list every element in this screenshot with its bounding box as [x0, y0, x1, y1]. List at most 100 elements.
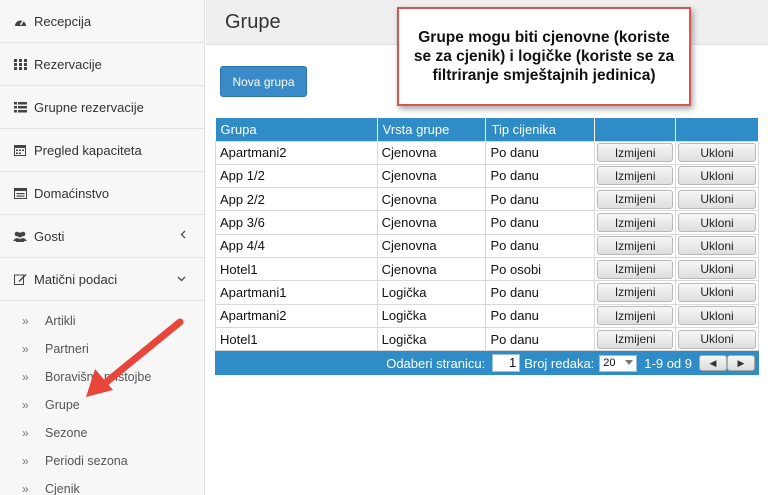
rows-per-page-select[interactable]: 20 [599, 354, 638, 372]
remove-button[interactable]: Ukloni [678, 236, 756, 256]
action-cell: Ukloni [675, 326, 759, 352]
remove-button[interactable]: Ukloni [678, 166, 756, 186]
edit-button[interactable]: Izmijeni [597, 306, 674, 326]
sidebar-item-recepcija[interactable]: Recepcija [0, 0, 204, 43]
cell-grupa: App 1/2 [215, 163, 378, 189]
edit-button[interactable]: Izmijeni [597, 166, 674, 186]
sidebar-item-pregled-kapaciteta[interactable]: Pregled kapaciteta [0, 129, 204, 172]
action-cell: Izmijeni [594, 233, 677, 258]
column-header-edit [594, 118, 677, 141]
sidebar-subitem-grupe[interactable]: » Grupe [0, 391, 204, 419]
action-cell: Izmijeni [594, 280, 677, 305]
edit-button[interactable]: Izmijeni [597, 329, 674, 349]
cell-tip-cijenika: Po osobi [485, 256, 596, 282]
remove-button[interactable]: Ukloni [678, 329, 756, 349]
table-row[interactable]: Apartmani1 Logička Po danu Izmijeni Ukloni [215, 280, 759, 305]
rows-per-page-label: Broj redaka: [524, 355, 595, 371]
table-row[interactable]: App 2/2 Cjenovna Po danu Izmijeni Ukloni [215, 187, 759, 212]
cell-grupa: App 2/2 [215, 187, 378, 212]
sidebar-subitem-partneri[interactable]: » Partneri [0, 335, 204, 363]
page-select-label: Odaberi stranicu: [386, 355, 486, 371]
cell-vrsta-grupe: Cjenovna [376, 187, 487, 212]
cell-tip-cijenika: Po danu [485, 303, 596, 328]
edit-button[interactable]: Izmijeni [597, 213, 674, 233]
grid-icon [13, 57, 27, 71]
action-cell: Ukloni [675, 233, 759, 258]
pager-nav: ◀ ▶ [699, 355, 755, 372]
action-cell: Ukloni [675, 187, 759, 212]
double-chevron-icon: » [22, 398, 29, 412]
sidebar-item-maticni-podaci[interactable]: Matični podaci [0, 258, 204, 301]
table-row[interactable]: App 1/2 Cjenovna Po danu Izmijeni Ukloni [215, 163, 759, 189]
triangle-right-icon: ▶ [737, 357, 745, 368]
edit-button[interactable]: Izmijeni [597, 259, 674, 279]
sidebar-item-label: Pregled kapaciteta [34, 142, 142, 158]
groups-table: Grupa Vrsta grupe Tip cijenika Apartmani… [215, 118, 759, 376]
table-row[interactable]: Apartmani2 Logička Po danu Izmijeni Ukloni [215, 303, 759, 328]
remove-button[interactable]: Ukloni [678, 213, 756, 233]
edit-button[interactable]: Izmijeni [597, 236, 674, 256]
sidebar-item-grupne-rezervacije[interactable]: Grupne rezervacije [0, 86, 204, 129]
edit-button[interactable]: Izmijeni [597, 282, 674, 302]
cell-tip-cijenika: Po danu [485, 233, 596, 258]
sidebar-subitem-cjenik[interactable]: » Cjenik [0, 475, 204, 495]
cell-vrsta-grupe: Cjenovna [376, 163, 487, 189]
sidebar-subitem-sezone[interactable]: » Sezone [0, 419, 204, 447]
sidebar-item-label: Rezervacije [34, 56, 102, 72]
table-row[interactable]: App 3/6 Cjenovna Po danu Izmijeni Ukloni [215, 210, 759, 235]
cell-tip-cijenika: Po danu [485, 140, 596, 165]
sidebar-subitem-periodi-sezona[interactable]: » Periodi sezona [0, 447, 204, 475]
action-cell: Izmijeni [594, 256, 677, 282]
action-cell: Ukloni [675, 280, 759, 305]
new-group-button[interactable]: Nova grupa [220, 66, 307, 97]
remove-button[interactable]: Ukloni [678, 189, 756, 209]
prev-page-button[interactable]: ◀ [699, 355, 727, 372]
remove-button[interactable]: Ukloni [678, 143, 756, 163]
sidebar-subitem-artikli[interactable]: » Artikli [0, 307, 204, 335]
cell-tip-cijenika: Po danu [485, 280, 596, 305]
column-header-grupa[interactable]: Grupa [215, 118, 378, 141]
calendar-icon [13, 143, 27, 157]
cell-grupa: App 4/4 [215, 233, 378, 258]
table-row[interactable]: Apartmani2 Cjenovna Po danu Izmijeni Ukloni [215, 140, 759, 165]
sidebar-item-rezervacije[interactable]: Rezervacije [0, 43, 204, 86]
page-number-input[interactable]: 1 [492, 354, 521, 373]
sidebar-item-domacinstvo[interactable]: Domaćinstvo [0, 172, 204, 215]
remove-button[interactable]: Ukloni [678, 259, 756, 279]
action-cell: Ukloni [675, 256, 759, 282]
action-cell: Ukloni [675, 303, 759, 328]
action-cell: Izmijeni [594, 187, 677, 212]
cell-vrsta-grupe: Cjenovna [376, 256, 487, 282]
next-page-button[interactable]: ▶ [727, 355, 755, 372]
cell-vrsta-grupe: Logička [376, 326, 487, 352]
column-header-tip-cijenika[interactable]: Tip cijenika [485, 118, 596, 141]
table-row[interactable]: Hotel1 Cjenovna Po osobi Izmijeni Ukloni [215, 256, 759, 282]
chevron-left-icon [180, 230, 186, 242]
double-chevron-icon: » [22, 482, 29, 495]
record-range: 1-9 od 9 [644, 355, 692, 371]
edit-button[interactable]: Izmijeni [597, 143, 674, 163]
action-cell: Ukloni [675, 163, 759, 189]
table-row[interactable]: Hotel1 Logička Po danu Izmijeni Ukloni [215, 326, 759, 352]
table-row[interactable]: App 4/4 Cjenovna Po danu Izmijeni Ukloni [215, 233, 759, 258]
remove-button[interactable]: Ukloni [678, 282, 756, 302]
sidebar-item-label: Recepcija [34, 13, 92, 29]
cell-vrsta-grupe: Logička [376, 303, 487, 328]
edit-button[interactable]: Izmijeni [597, 189, 674, 209]
action-cell: Ukloni [675, 210, 759, 235]
table-pager: Odaberi stranicu: 1 Broj redaka: 20 1-9 … [215, 351, 759, 376]
users-icon [13, 229, 27, 243]
remove-button[interactable]: Ukloni [678, 306, 756, 326]
column-header-vrsta-grupe[interactable]: Vrsta grupe [377, 118, 487, 141]
sidebar-subitem-boravisne-pristojbe[interactable]: » Boravišne pristojbe [0, 363, 204, 391]
double-chevron-icon: » [22, 426, 29, 440]
action-cell: Izmijeni [594, 163, 677, 189]
cell-tip-cijenika: Po danu [485, 210, 596, 235]
dropdown-arrow-icon [625, 359, 634, 365]
cell-tip-cijenika: Po danu [485, 326, 596, 352]
double-chevron-icon: » [22, 342, 29, 356]
action-cell: Izmijeni [594, 303, 677, 328]
cell-grupa: Apartmani1 [215, 280, 378, 305]
cell-grupa: App 3/6 [215, 210, 378, 235]
sidebar-item-gosti[interactable]: Gosti [0, 215, 204, 258]
